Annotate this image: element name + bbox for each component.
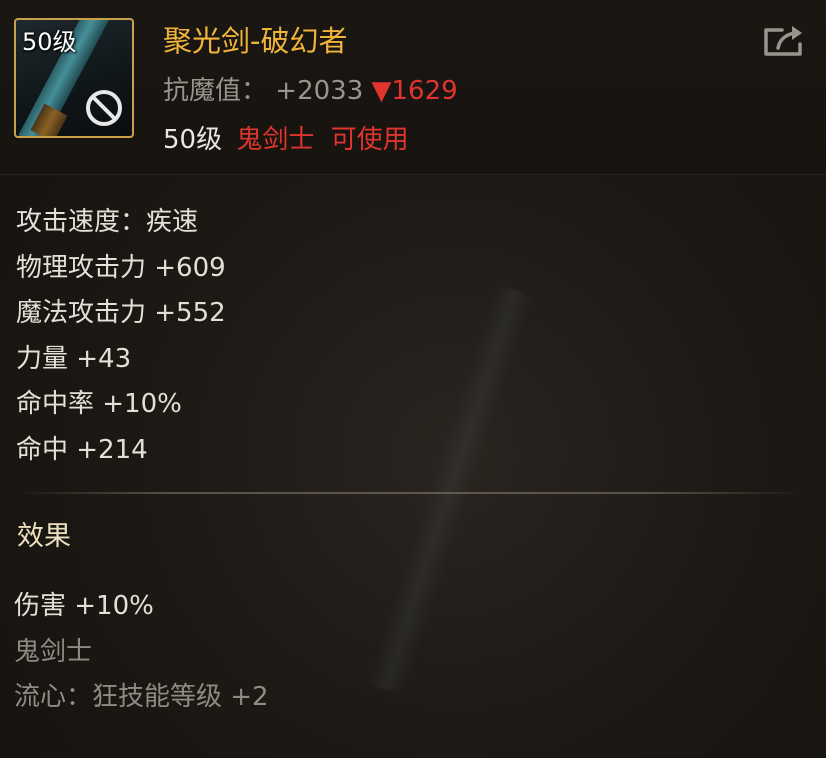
effect-title: 效果 <box>17 521 71 552</box>
stat-hit: 命中 +214 <box>16 434 148 465</box>
required-level: 50级 <box>163 125 223 155</box>
stat-magic-attack: 魔法攻击力 +552 <box>16 298 226 328</box>
stat-strength: 力量 +43 <box>16 343 132 374</box>
forbidden-icon <box>86 90 122 126</box>
item-icon-frame[interactable]: 50级 <box>14 18 134 138</box>
defense-value: +2033 <box>275 76 364 106</box>
item-name: 聚光剑-破幻者 <box>163 24 348 58</box>
effect-skill-bonus: 流心：狂技能等级 +2 <box>14 682 269 712</box>
effect-damage: 伤害 +10% <box>14 591 154 621</box>
stat-attack-speed: 攻击速度：疾速 <box>16 207 199 237</box>
usable-status: 可使用 <box>330 125 409 155</box>
stat-list: 攻击速度：疾速 物理攻击力 +609 魔法攻击力 +552 力量 +43 命中率… <box>16 200 226 473</box>
section-divider <box>14 492 804 494</box>
effect-class: 鬼剑士 <box>14 636 93 667</box>
required-class: 鬼剑士 <box>236 125 315 155</box>
defense-row: 抗魔值： +2033 ▼1629 <box>163 70 458 107</box>
stat-hit-rate: 命中率 +10% <box>16 389 182 419</box>
stat-physical-attack: 物理攻击力 +609 <box>16 252 226 283</box>
share-icon[interactable] <box>762 22 808 58</box>
item-tooltip: 50级 聚光剑-破幻者 抗魔值： +2033 ▼1629 50级 鬼剑士 可使用… <box>0 0 826 758</box>
tooltip-header: 50级 聚光剑-破幻者 抗魔值： +2033 ▼1629 50级 鬼剑士 可使用 <box>0 0 826 175</box>
defense-label: 抗魔值： <box>163 76 268 106</box>
defense-decrease: ▼1629 <box>371 76 458 106</box>
effect-list: 伤害 +10% 鬼剑士 流心：狂技能等级 +2 <box>14 584 269 721</box>
background-sword-art <box>366 284 534 696</box>
item-icon-level: 50级 <box>22 28 77 56</box>
requirement-row: 50级 鬼剑士 可使用 <box>163 119 409 156</box>
